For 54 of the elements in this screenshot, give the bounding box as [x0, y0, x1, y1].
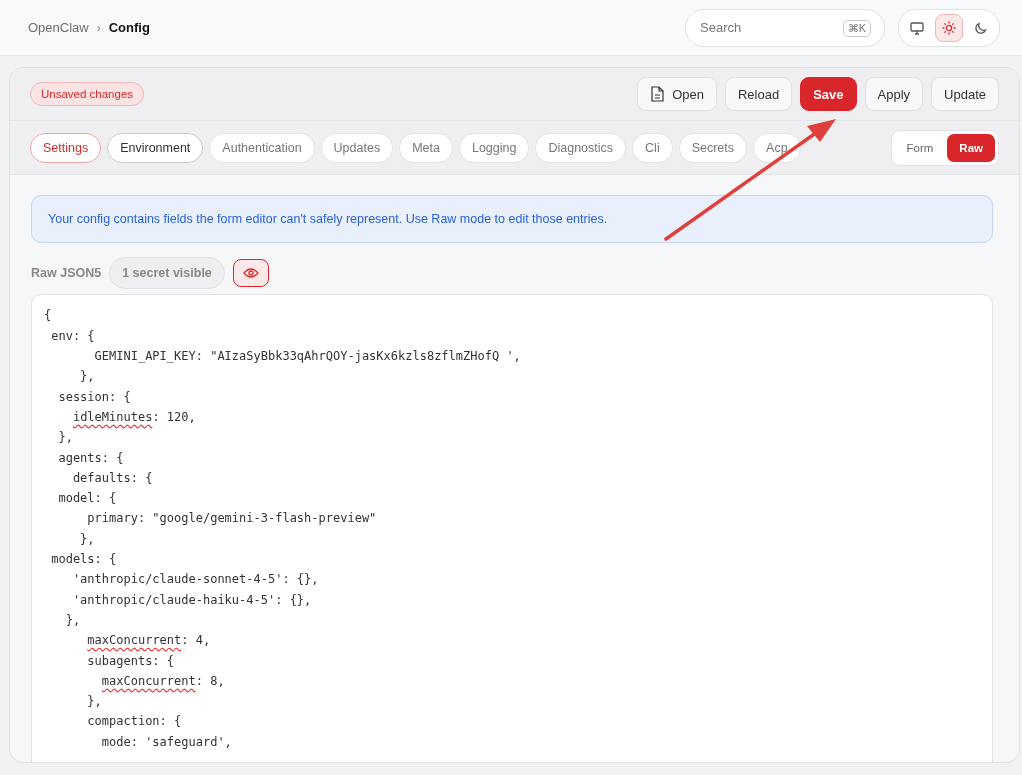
code-line: }, [86, 693, 102, 711]
section-tab[interactable]: Environment [107, 132, 204, 163]
theme-button[interactable] [935, 13, 963, 42]
code-line: compaction: { [86, 713, 182, 731]
mode-button[interactable]: Form [894, 133, 946, 162]
action-button[interactable]: Save [800, 77, 857, 112]
code-line: GEMINI_API_KEY: "AIzaSyBbk33qAhrQOY-jasKx6kzls8zflmZHofQ ', [93, 348, 521, 366]
code-line: defaults: { [71, 469, 153, 487]
action-button[interactable]: Open [637, 77, 717, 112]
code-line: { [44, 307, 52, 325]
section-tab[interactable]: Secrets [678, 132, 748, 163]
section-tab[interactable]: Logging [458, 132, 530, 163]
code-line: mode: 'safeguard', [100, 733, 232, 751]
code-line: }, [64, 611, 81, 629]
code-line: maxConcurrent: 8, [100, 672, 225, 690]
secret-badge: 1 secret visible [109, 257, 225, 290]
info-banner: Your config contains fields the form editor can't safely represent. Use Raw mode to edit those entries. [31, 195, 993, 244]
section-tab[interactable]: Settings [30, 132, 102, 163]
code-line: agents: { [57, 449, 124, 467]
moon-icon [974, 20, 988, 35]
code-line: }, [79, 368, 95, 386]
breadcrumb-separator: › [96, 20, 101, 35]
code-line: }, [79, 530, 95, 548]
breadcrumb-link[interactable]: OpenClaw [28, 20, 89, 35]
code-line: }, [57, 429, 73, 447]
shortcut-hint: ⌘K [842, 19, 871, 37]
document-icon [650, 86, 665, 103]
status-badge: Unsaved changes [30, 82, 145, 107]
code-line: idleMinutes: 120, [71, 408, 196, 426]
section-tab[interactable]: Updates [320, 132, 394, 163]
editor-label: Raw JSON5 [31, 266, 102, 281]
code-line: models: { [50, 551, 117, 569]
code-line: primary: "google/gemini-3-flash-preview" [86, 510, 377, 528]
code-line: session: { [57, 388, 131, 406]
code-line: subagents: { [86, 652, 175, 670]
code-line: 'anthropic/claude-haiku-4-5': {}, [71, 591, 312, 609]
reveal-toggle[interactable] [232, 259, 269, 288]
section-tab[interactable]: Meta [399, 132, 453, 163]
sun-icon [942, 20, 956, 35]
section-tab[interactable]: Cli [632, 132, 673, 163]
action-button[interactable]: Apply [864, 77, 924, 112]
monitor-icon [910, 20, 924, 35]
code-line: 'anthropic/claude-sonnet-4-5': {}, [71, 571, 319, 589]
section-tab[interactable]: Acp [753, 132, 801, 163]
action-button[interactable]: Reload [724, 77, 793, 112]
section-tab[interactable]: Diagnostics [535, 132, 627, 163]
code-line: maxConcurrent: 4, [86, 632, 211, 650]
code-line: model: { [57, 490, 117, 508]
section-tab[interactable]: Authentication [209, 132, 315, 163]
eye-icon [242, 267, 259, 280]
page-title: Config [108, 20, 150, 35]
action-button[interactable]: Update [931, 77, 999, 112]
code-line: env: { [50, 327, 95, 345]
mode-button[interactable]: Raw [947, 133, 995, 162]
